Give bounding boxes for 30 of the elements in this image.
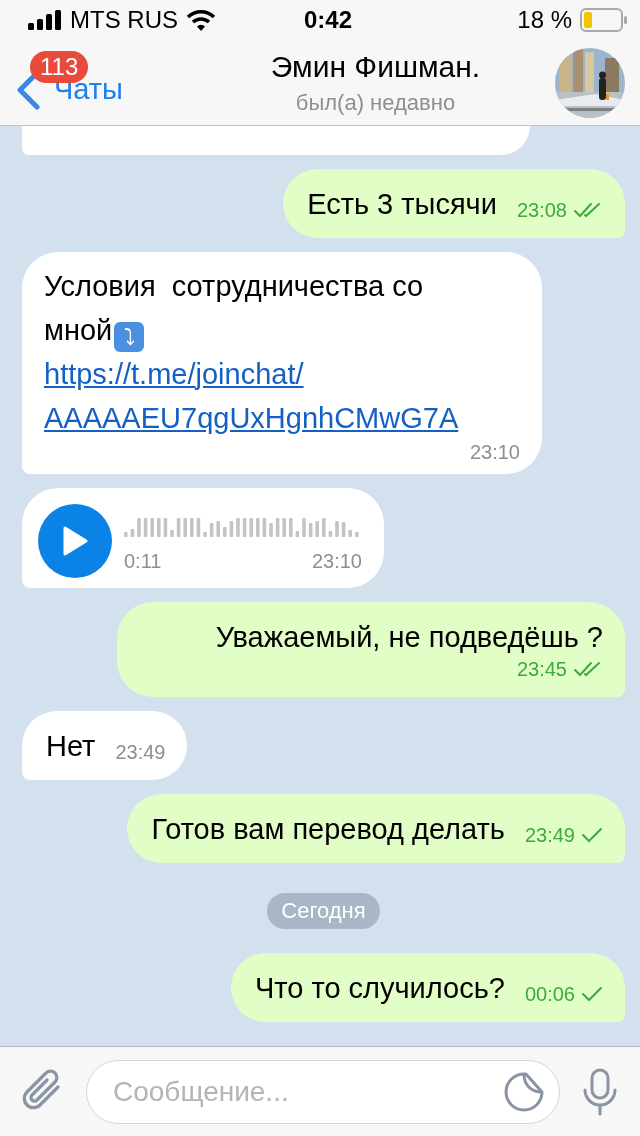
message-time: 23:49 — [524, 823, 575, 847]
message-text: Что то случилось? — [254, 971, 505, 1006]
message-time: 23:45 — [516, 657, 567, 681]
signal-icon — [28, 10, 62, 30]
message-text: Уважаемый, не подведёшь ? — [215, 620, 603, 655]
arrow-emoji-icon: ⤵ — [114, 322, 145, 352]
unread-badge: 113 — [30, 50, 89, 83]
message-text: Есть 3 тысячи — [307, 187, 497, 222]
date-badge: Сегодня — [267, 893, 380, 929]
chat-link[interactable]: https://t.me/joinchat/AAAAAEU7qgUxHgnhCMwG7A — [44, 352, 520, 440]
last-seen-status: был(а) недавно — [295, 89, 456, 116]
message-text: Нет — [46, 729, 96, 764]
battery-icon — [580, 8, 628, 32]
message-text: Условия сотрудничества со мной ⤵ — [44, 264, 484, 352]
chat-title: Эмин Фишман. — [270, 49, 481, 84]
message-time: 00:06 — [524, 982, 575, 1006]
play-icon — [62, 526, 88, 556]
message-input-field[interactable]: Сообщение... — [86, 1059, 560, 1124]
microphone-icon[interactable] — [582, 1067, 618, 1116]
message-time: 23:10 — [311, 549, 362, 573]
carrier-name: MTS RUS — [70, 6, 178, 34]
message-time: 23:49 — [115, 740, 166, 764]
message-time: 23:10 — [469, 440, 520, 464]
message-time: 23:08 — [516, 198, 567, 222]
clock-time: 0:42 — [304, 6, 353, 34]
wifi-icon — [186, 9, 216, 31]
sticker-icon[interactable] — [504, 1071, 544, 1112]
voice-duration: 0:11 — [124, 550, 162, 573]
message-text: Готов вам перевод делать — [151, 812, 505, 847]
battery-percent: 18 % — [517, 6, 572, 34]
